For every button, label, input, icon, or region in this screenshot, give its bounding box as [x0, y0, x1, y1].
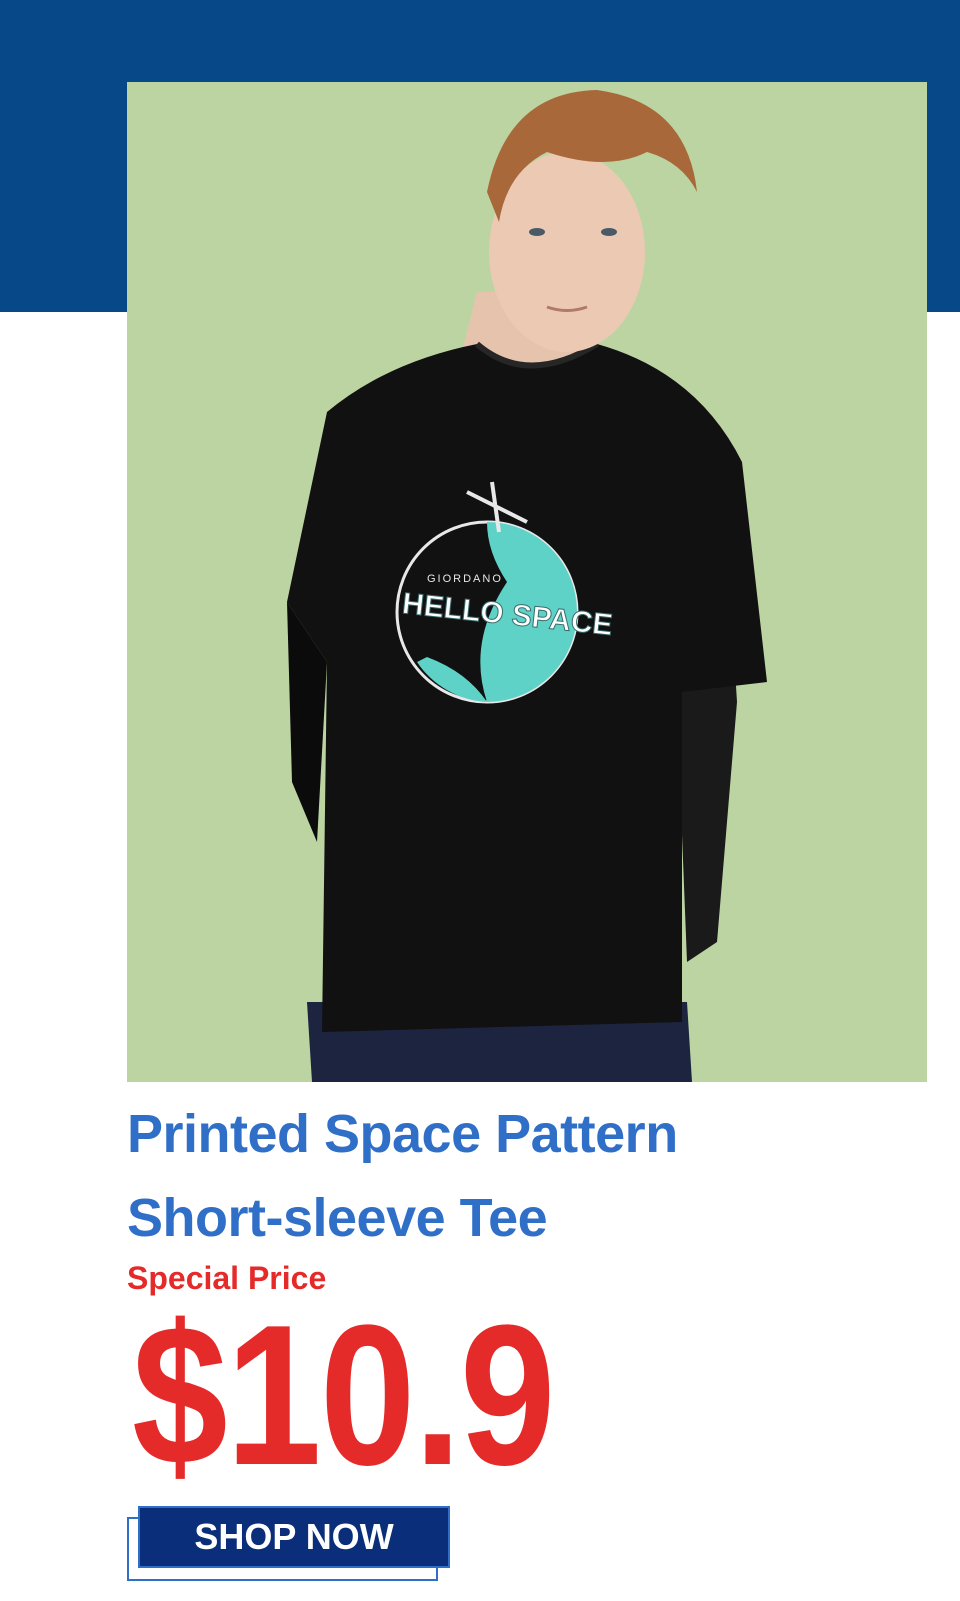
product-title-line-1: Printed Space Pattern: [127, 1104, 678, 1164]
product-title-line-2: Short-sleeve Tee: [127, 1188, 548, 1248]
model-tshirt-illustration: GIORDANO HELLO SPACE: [127, 82, 927, 1082]
product-price: $10.9: [132, 1284, 556, 1507]
shop-now-button[interactable]: SHOP NOW: [138, 1506, 450, 1568]
tshirt-print-brand: GIORDANO: [427, 573, 503, 585]
product-title: Printed Space Pattern Short-sleeve Tee: [127, 1092, 927, 1260]
product-photo[interactable]: GIORDANO HELLO SPACE: [127, 82, 927, 1082]
